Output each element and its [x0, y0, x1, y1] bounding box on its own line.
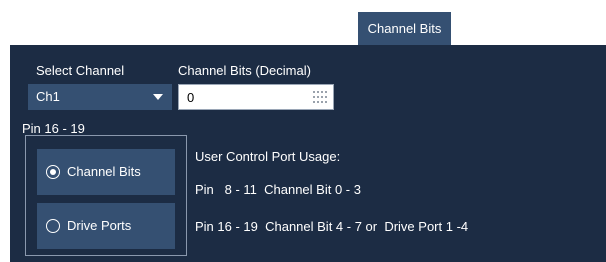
- usage-title: User Control Port Usage:: [195, 149, 341, 164]
- radio-channel-bits[interactable]: Channel Bits: [37, 149, 175, 195]
- channel-bits-decimal-label: Channel Bits (Decimal): [178, 63, 311, 78]
- tab-channel-bits[interactable]: Channel Bits: [358, 12, 451, 45]
- radio-unchecked-icon: [46, 219, 60, 233]
- radio-channel-bits-label: Channel Bits: [67, 164, 141, 179]
- usage-line-2: Pin 16 - 19 Channel Bit 4 - 7 or Drive P…: [195, 219, 469, 234]
- channel-bits-dialog: Channel Bits Select Channel Channel Bits…: [0, 0, 606, 262]
- radio-checked-icon: [46, 165, 60, 179]
- keypad-icon[interactable]: [313, 91, 327, 103]
- select-channel-dropdown[interactable]: Ch1: [28, 84, 172, 110]
- pin-group-label: Pin 16 - 19: [22, 121, 85, 136]
- usage-line-1: Pin 8 - 11 Channel Bit 0 - 3: [195, 182, 361, 197]
- chevron-down-icon: [153, 94, 163, 100]
- radio-drive-ports[interactable]: Drive Ports: [37, 203, 175, 249]
- channel-bits-decimal-field[interactable]: [178, 84, 334, 110]
- radio-drive-ports-label: Drive Ports: [67, 218, 132, 233]
- select-channel-value: Ch1: [36, 89, 60, 104]
- select-channel-label: Select Channel: [36, 63, 125, 78]
- channel-bits-decimal-input[interactable]: [179, 85, 299, 109]
